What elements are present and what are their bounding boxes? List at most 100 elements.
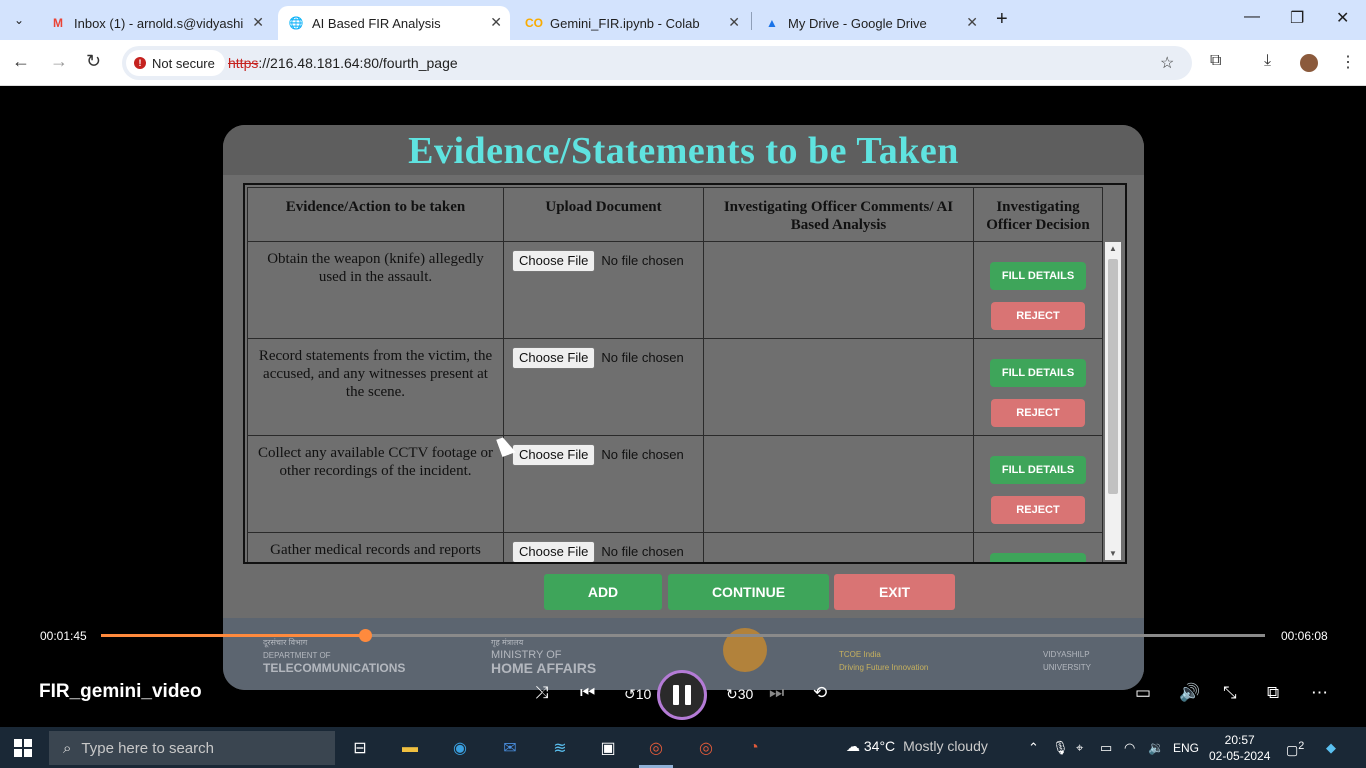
minimize-icon[interactable]: — xyxy=(1244,8,1260,26)
fill-details-button[interactable]: FILL DETAILS xyxy=(990,456,1086,484)
pause-button[interactable] xyxy=(657,670,707,720)
repeat-icon[interactable]: ⟲ xyxy=(813,683,827,703)
reject-button[interactable]: REJECT xyxy=(991,496,1085,524)
seek-bar[interactable] xyxy=(101,629,1265,642)
battery-icon[interactable]: ▭ xyxy=(1100,740,1112,756)
tab-title: AI Based FIR Analysis xyxy=(312,15,441,31)
tab-gmail[interactable]: M Inbox (1) - arnold.s@vidyashilp ✕ xyxy=(40,6,272,40)
file-status: No file chosen xyxy=(601,447,684,462)
location-icon[interactable]: ⌖ xyxy=(1076,740,1083,756)
evidence-table: Evidence/Action to be taken Upload Docum… xyxy=(247,187,1103,562)
back-icon[interactable]: ← xyxy=(12,51,30,72)
fill-details-button[interactable]: FILL DETAILS xyxy=(990,553,1086,562)
browser-tab-bar: ⌄ M Inbox (1) - arnold.s@vidyashilp ✕ 🌐 … xyxy=(0,0,1366,40)
microphone-icon[interactable]: 🎙 xyxy=(1052,740,1069,756)
weather-widget[interactable]: ☁ 34°C Mostly cloudy xyxy=(846,738,988,755)
new-tab-button[interactable]: + xyxy=(996,8,1008,31)
download-icon[interactable]: ⤓ xyxy=(1264,52,1271,70)
upload-cell: Choose File No file chosen xyxy=(503,241,704,339)
choose-file-button[interactable]: Choose File xyxy=(512,541,596,562)
choose-file-button[interactable]: Choose File xyxy=(512,444,596,466)
chrome-icon[interactable]: ◎ xyxy=(643,735,669,761)
scrollbar-thumb[interactable] xyxy=(1108,259,1118,494)
miniplayer-icon[interactable]: ⧉ xyxy=(1267,683,1279,703)
avatar[interactable] xyxy=(1298,52,1320,74)
previous-icon[interactable]: ⏮ xyxy=(580,683,595,703)
chevron-up-icon[interactable]: ⌃ xyxy=(1028,740,1039,756)
notification-icon[interactable]: ▢2 xyxy=(1286,740,1304,758)
comment-cell xyxy=(703,435,974,533)
comment-cell xyxy=(703,338,974,436)
system-clock[interactable]: 20:57 02-05-2024 xyxy=(1209,732,1270,764)
chrome-profile-icon[interactable]: ◎ xyxy=(693,735,719,761)
security-chip[interactable]: ! Not secure xyxy=(126,50,225,76)
speaker-icon[interactable]: 🔉 xyxy=(1148,740,1164,756)
continue-button[interactable]: CONTINUE xyxy=(668,574,829,610)
add-button[interactable]: ADD xyxy=(544,574,662,610)
tab-drive[interactable]: ▲ My Drive - Google Drive ✕ xyxy=(754,6,986,40)
file-explorer-icon[interactable]: ▬ xyxy=(397,735,423,761)
more-options-icon[interactable]: ⋯ xyxy=(1311,683,1328,703)
window-close-icon[interactable]: ✕ xyxy=(1336,8,1349,28)
volume-icon[interactable]: 🔊 xyxy=(1179,683,1200,703)
forward-30-icon[interactable]: ↻30 xyxy=(726,686,753,703)
menu-icon[interactable]: ⋮ xyxy=(1340,52,1356,72)
captions-icon[interactable]: ▭ xyxy=(1135,683,1151,703)
tab-ai-fir[interactable]: 🌐 AI Based FIR Analysis ✕ xyxy=(278,6,510,40)
fir-app-panel: Evidence/Statements to be Taken Evidence… xyxy=(223,125,1144,690)
choose-file-button[interactable]: Choose File xyxy=(512,250,596,272)
scroll-down-icon[interactable]: ▼ xyxy=(1109,549,1117,558)
search-placeholder: Type here to search xyxy=(81,739,214,757)
table-scrollbar[interactable]: ▲ ▼ xyxy=(1105,242,1121,560)
fill-details-button[interactable]: FILL DETAILS xyxy=(990,359,1086,387)
table-row: Obtain the weapon (knife) allegedly used… xyxy=(247,241,1103,339)
url-scheme: https xyxy=(228,55,259,71)
column-header: Investigating Officer Comments/ AI Based… xyxy=(703,187,974,242)
file-status: No file chosen xyxy=(601,253,684,268)
reject-button[interactable]: REJECT xyxy=(991,302,1085,330)
tab-separator xyxy=(751,12,752,30)
close-icon[interactable]: ✕ xyxy=(966,14,978,31)
photos-icon[interactable]: ▣ xyxy=(595,735,621,761)
tab-search-button[interactable]: ⌄ xyxy=(6,8,32,32)
comment-cell xyxy=(703,532,974,562)
rewind-10-icon[interactable]: ↺10 xyxy=(624,686,651,703)
reload-icon[interactable]: ↻ xyxy=(86,51,101,72)
restore-icon[interactable]: ❐ xyxy=(1290,8,1304,28)
close-icon[interactable]: ✕ xyxy=(728,14,740,31)
start-button[interactable] xyxy=(14,739,32,757)
shuffle-icon[interactable]: ⤨ xyxy=(535,683,549,703)
close-icon[interactable]: ✕ xyxy=(252,14,264,31)
scroll-up-icon[interactable]: ▲ xyxy=(1109,244,1117,253)
seek-progress xyxy=(101,634,366,637)
taskbar-search[interactable]: ⌕ Type here to search xyxy=(49,731,335,765)
choose-file-button[interactable]: Choose File xyxy=(512,347,596,369)
bookmark-star-icon[interactable]: ☆ xyxy=(1160,53,1174,73)
close-icon[interactable]: ✕ xyxy=(490,14,502,31)
url-text[interactable]: https://216.48.181.64:80/fourth_page xyxy=(228,55,458,71)
edge-icon[interactable]: ◉ xyxy=(447,735,473,761)
tab-colab[interactable]: CO Gemini_FIR.ipynb - Colab ✕ xyxy=(516,6,748,40)
wifi-icon[interactable]: ◠ xyxy=(1124,740,1135,756)
table-row: Collect any available CCTV footage or ot… xyxy=(247,435,1103,533)
video-player[interactable]: Evidence/Statements to be Taken Evidence… xyxy=(0,87,1366,727)
task-view-icon[interactable]: ⊟ xyxy=(347,735,373,761)
next-icon[interactable]: ⏭ xyxy=(769,683,784,703)
language-indicator[interactable]: ENG xyxy=(1173,741,1199,755)
mail-icon[interactable]: ✉ xyxy=(497,735,523,761)
upload-cell: Choose File No file chosen xyxy=(503,435,704,533)
address-bar[interactable]: ! Not secure https://216.48.181.64:80/fo… xyxy=(122,46,1192,80)
fill-details-button[interactable]: FILL DETAILS xyxy=(990,262,1086,290)
decision-cell: FILL DETAILS REJECT xyxy=(973,338,1103,436)
decision-cell: FILL DETAILS xyxy=(973,532,1103,562)
copilot-icon[interactable]: ◆ xyxy=(1326,740,1336,756)
app-icon[interactable]: ≋ xyxy=(547,735,573,761)
media-player-icon[interactable]: ◔ xyxy=(741,735,767,761)
exit-fullscreen-icon[interactable]: ⤡ xyxy=(1223,683,1237,703)
extensions-icon[interactable]: ⧉ xyxy=(1210,52,1221,70)
gmail-icon: M xyxy=(53,16,63,30)
current-time: 00:01:45 xyxy=(40,629,87,643)
forward-icon[interactable]: → xyxy=(50,51,68,72)
exit-button[interactable]: EXIT xyxy=(834,574,955,610)
reject-button[interactable]: REJECT xyxy=(991,399,1085,427)
